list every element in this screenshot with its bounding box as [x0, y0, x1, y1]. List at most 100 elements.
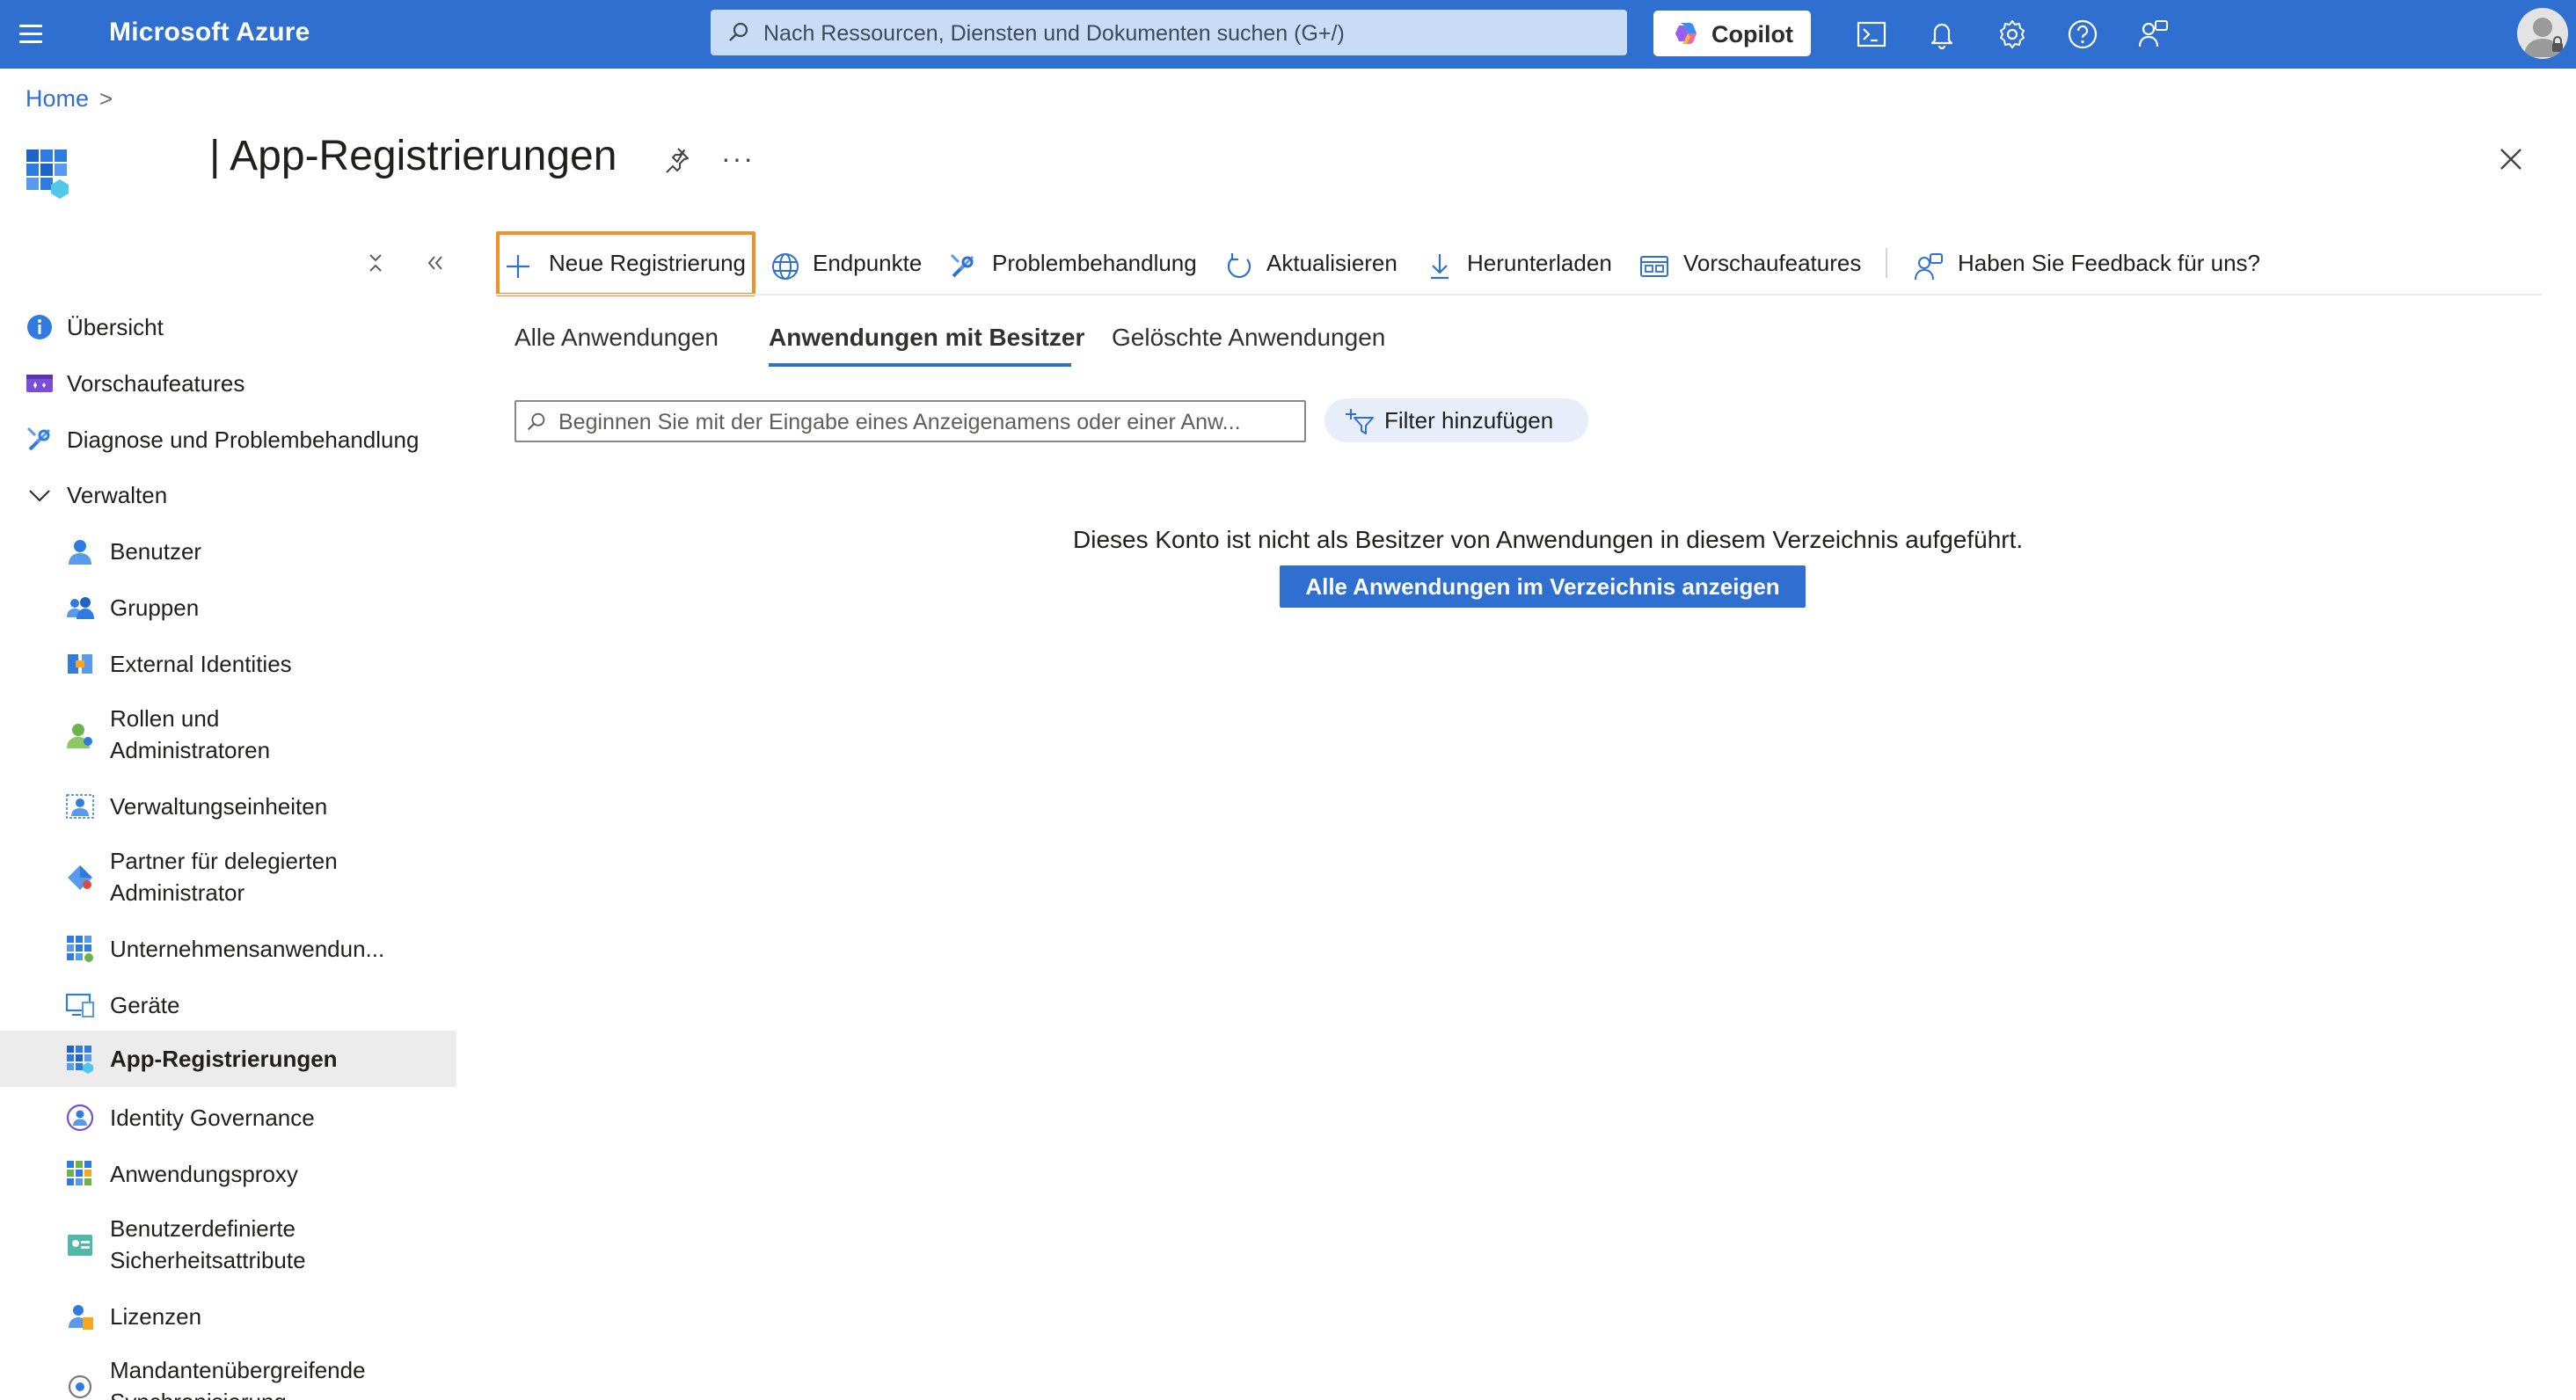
active-tab-indicator	[769, 363, 1071, 367]
external-identities-icon	[68, 654, 92, 674]
sidebar-item-devices[interactable]: Geräte	[0, 988, 456, 1023]
search-icon	[527, 412, 545, 431]
user-avatar-icon	[2524, 18, 2563, 57]
refresh-button[interactable]: Aktualisieren	[1224, 239, 1418, 290]
sidebar-item-label: Benutzer	[110, 538, 202, 565]
add-filter-label: Filter hinzufügen	[1384, 407, 1554, 434]
sidebar-item-label: Übersicht	[67, 314, 164, 340]
help-icon[interactable]	[2065, 17, 2100, 52]
download-label: Herunterladen	[1467, 250, 1612, 276]
sidebar-item-diagnose[interactable]: Diagnose und Problembehandlung	[0, 422, 456, 457]
page-title: | App-Registrierungen	[209, 133, 617, 179]
preview-features-icon	[26, 375, 53, 392]
app-registrations-icon	[67, 1046, 93, 1074]
preview-features-button[interactable]: Vorschaufeatures	[1639, 239, 1868, 290]
top-bar: Microsoft Azure Nach Ressourcen, Dienste…	[0, 0, 2576, 69]
add-filter-button[interactable]: Filter hinzufügen	[1324, 398, 1588, 442]
download-button[interactable]: Herunterladen	[1425, 239, 1618, 290]
feedback-button[interactable]: Haben Sie Feedback für uns?	[1914, 239, 2266, 290]
sidebar-item-licenses[interactable]: Lizenzen	[0, 1299, 456, 1334]
app-proxy-icon	[67, 1161, 91, 1185]
sidebar-item-roles[interactable]: Rollen und Administratoren	[0, 703, 456, 768]
sidebar-item-label: Identity Governance	[110, 1105, 315, 1131]
sidebar-item-label: Verwaltungseinheiten	[110, 793, 328, 820]
collapse-sidebar-icon[interactable]	[422, 250, 449, 276]
search-icon	[729, 22, 748, 41]
collapse-all-icon[interactable]	[362, 250, 389, 276]
sidebar-item-partner-admin[interactable]: Partner für delegierten Administrator	[0, 845, 456, 910]
sidebar-item-groups[interactable]: Gruppen	[0, 590, 456, 625]
admin-units-icon	[66, 794, 94, 819]
show-all-applications-button[interactable]: Alle Anwendungen im Verzeichnis anzeigen	[1280, 565, 1806, 608]
copilot-label: Copilot	[1711, 21, 1793, 47]
user-icon	[69, 540, 91, 565]
troubleshooting-button[interactable]: Problembehandlung	[948, 239, 1203, 290]
sidebar-item-enterprise-apps[interactable]: Unternehmensanwendun...	[0, 931, 456, 966]
feedback-label: Haben Sie Feedback für uns?	[1958, 250, 2260, 276]
add-filter-icon	[1346, 409, 1374, 434]
endpoints-button[interactable]: Endpunkte	[770, 239, 929, 290]
sidebar-item-label: Rollen und Administratoren	[110, 705, 271, 763]
bell-icon[interactable]	[1924, 17, 1959, 52]
copilot-icon	[1675, 23, 1697, 44]
sidebar-item-external-identities[interactable]: External Identities	[0, 646, 456, 682]
brand-title[interactable]: Microsoft Azure	[109, 18, 310, 47]
endpoints-label: Endpunkte	[813, 250, 923, 276]
roles-icon	[67, 724, 92, 748]
info-icon	[27, 315, 52, 339]
menu-icon[interactable]	[16, 19, 46, 49]
feedback-icon[interactable]	[2135, 17, 2171, 52]
sidebar-item-admin-units[interactable]: Verwaltungseinheiten	[0, 789, 456, 824]
sidebar-item-label: Verwalten	[67, 482, 168, 508]
preview-features-label: Vorschaufeatures	[1683, 250, 1862, 276]
preview-features-icon	[1640, 256, 1668, 277]
troubleshooting-label: Problembehandlung	[992, 250, 1197, 276]
sidebar-item-app-registrations[interactable]: App-Registrierungen	[0, 1031, 456, 1087]
sidebar-item-app-proxy[interactable]: Anwendungsproxy	[0, 1156, 456, 1192]
app-registrations-icon	[26, 149, 69, 199]
sidebar-item-label: Gruppen	[110, 594, 200, 621]
toolbar-bottom-border	[496, 294, 2542, 295]
copilot-button[interactable]: Copilot	[1653, 11, 1811, 56]
new-registration-label: Neue Registrierung	[549, 250, 747, 276]
sidebar-item-users[interactable]: Benutzer	[0, 534, 456, 569]
sidebar-item-overview[interactable]: Übersicht	[0, 310, 456, 345]
sidebar-item-identity-governance[interactable]: Identity Governance	[0, 1100, 456, 1135]
wrench-icon	[950, 253, 974, 278]
enterprise-apps-icon	[67, 936, 93, 962]
empty-state-message: Dieses Konto ist nicht als Besitzer von …	[1073, 526, 2024, 553]
new-registration-button[interactable]: Neue Registrierung	[503, 239, 751, 290]
sidebar-group-manage[interactable]: Verwalten	[0, 478, 456, 513]
close-icon[interactable]	[2496, 144, 2526, 174]
tab-deleted-applications[interactable]: Gelöschte Anwendungen	[1112, 324, 1385, 352]
plus-icon	[507, 255, 529, 278]
sidebar-item-label: Mandantenübergreifende Synchronisierung	[110, 1357, 366, 1400]
toolbar-divider	[1886, 248, 1887, 278]
sidebar-item-preview-features[interactable]: Vorschaufeatures	[0, 366, 456, 401]
app-search-field[interactable]	[514, 400, 1306, 442]
sidebar-item-label: Lizenzen	[110, 1303, 202, 1330]
pin-icon[interactable]	[661, 145, 691, 175]
identity-governance-icon	[66, 1104, 94, 1132]
sidebar-item-label: Diagnose und Problembehandlung	[67, 427, 420, 453]
refresh-label: Aktualisieren	[1266, 250, 1397, 276]
tab-owned-applications[interactable]: Anwendungen mit Besitzer	[769, 324, 1084, 352]
tab-all-applications[interactable]: Alle Anwendungen	[514, 324, 719, 352]
app-search-input[interactable]	[558, 407, 1297, 437]
sidebar-item-cross-tenant-sync[interactable]: Mandantenübergreifende Synchronisierung	[0, 1354, 456, 1400]
breadcrumb-home-link[interactable]: Home	[26, 85, 89, 112]
sync-icon	[68, 1374, 92, 1399]
global-search-input[interactable]: Nach Ressourcen, Diensten und Dokumenten…	[711, 10, 1627, 55]
more-options-icon[interactable]: ···	[721, 142, 755, 175]
chevron-down-icon	[29, 490, 50, 502]
global-search-placeholder: Nach Ressourcen, Diensten und Dokumenten…	[763, 21, 1345, 46]
gear-icon[interactable]	[1995, 17, 2030, 52]
partner-icon	[68, 865, 92, 890]
sidebar-item-label: Unternehmensanwendun...	[110, 936, 385, 962]
cloud-shell-icon[interactable]	[1854, 17, 1889, 52]
refresh-icon	[1227, 253, 1252, 279]
avatar[interactable]	[2517, 8, 2568, 59]
sidebar-item-security-attributes[interactable]: Benutzerdefinierte Sicherheitsattribute	[0, 1213, 456, 1278]
download-icon	[1431, 254, 1449, 280]
groups-icon	[67, 597, 94, 619]
